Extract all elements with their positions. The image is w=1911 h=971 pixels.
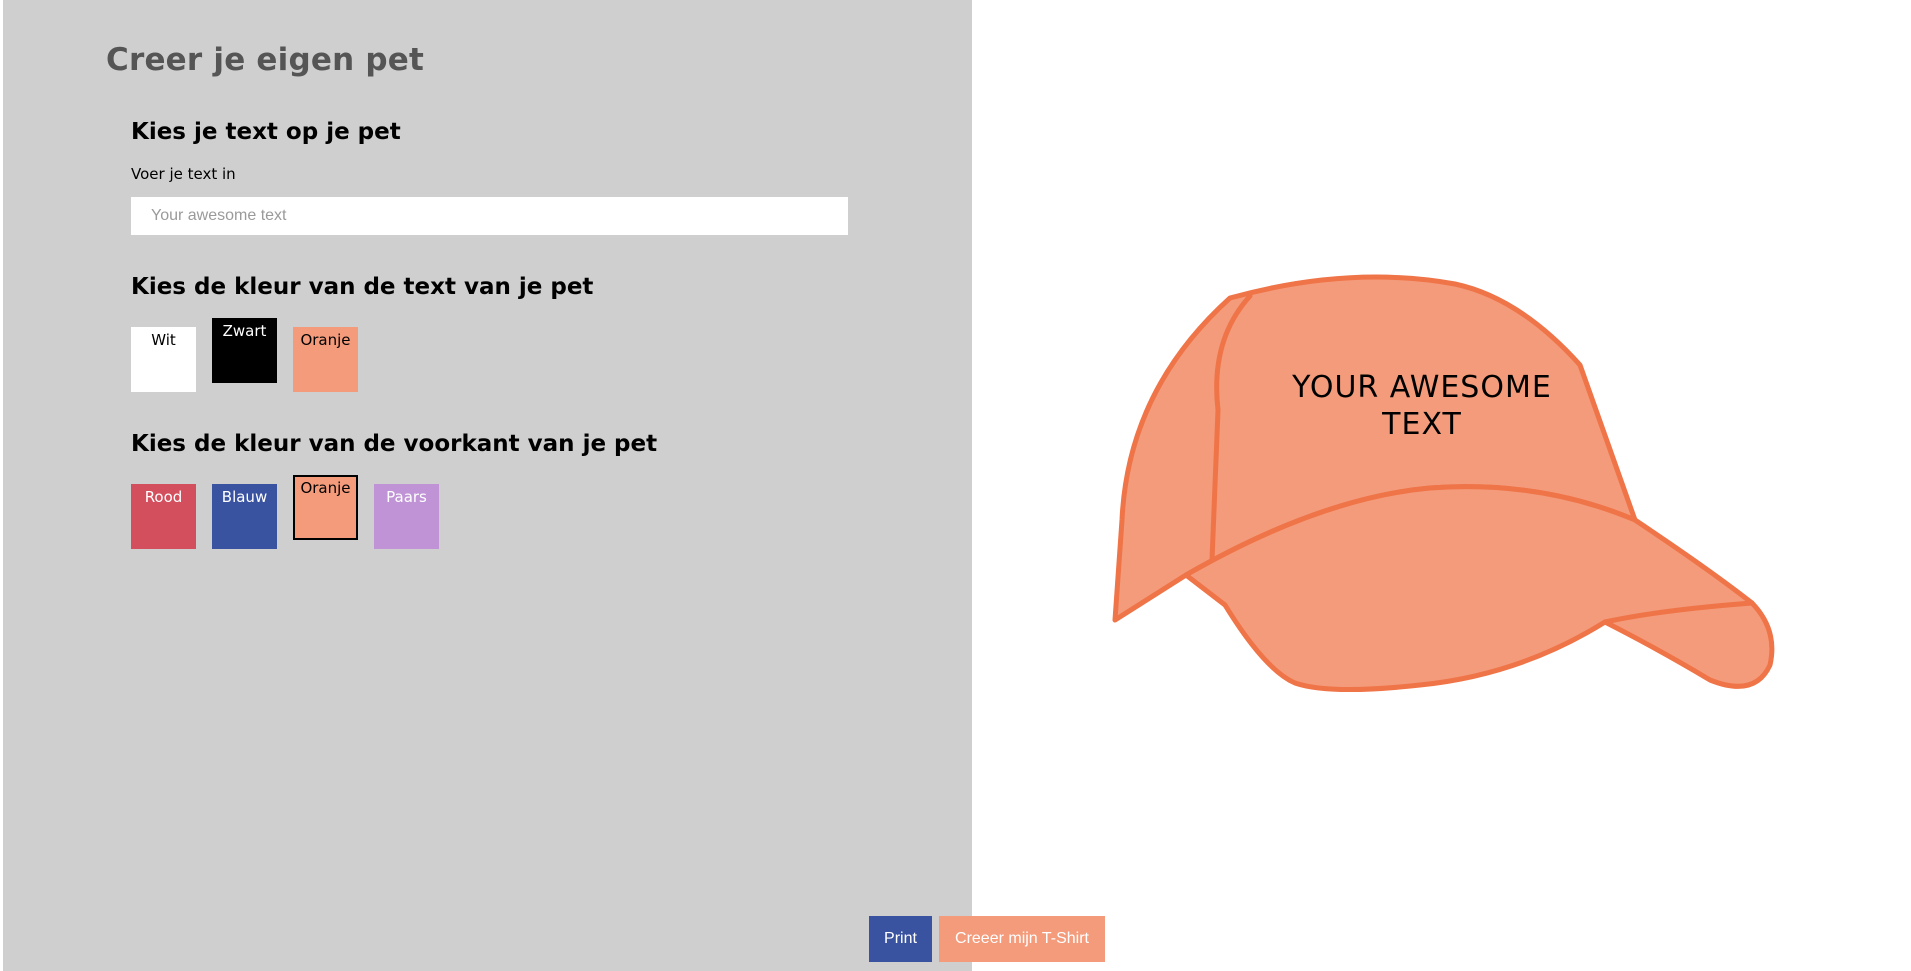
cap-text-line2: TEXT: [1381, 407, 1462, 442]
text-color-swatch-oranje[interactable]: Oranje: [293, 327, 358, 392]
front-color-swatch-paars[interactable]: Paars: [374, 484, 439, 549]
text-color-swatch-zwart[interactable]: Zwart: [212, 318, 277, 383]
cap-preview: YOUR AWESOME TEXT: [1112, 274, 1775, 693]
cap-text-input[interactable]: [131, 197, 848, 235]
configurator-panel: Creer je eigen pet Kies je text op je pe…: [0, 0, 972, 971]
page-title: Creer je eigen pet: [106, 42, 424, 78]
front-color-swatch-blauw[interactable]: Blauw: [212, 484, 277, 549]
cap-drawing: [1112, 274, 1775, 693]
text-color-section-title: Kies de kleur van de text van je pet: [131, 274, 594, 300]
front-color-swatch-oranje[interactable]: Oranje: [293, 475, 358, 540]
create-tshirt-button[interactable]: Creeer mijn T-Shirt: [939, 916, 1105, 962]
text-color-swatch-wit[interactable]: Wit: [131, 327, 196, 392]
text-section-title: Kies je text op je pet: [131, 119, 401, 145]
print-button[interactable]: Print: [869, 916, 932, 962]
text-input-label: Voer je text in: [131, 165, 236, 183]
front-color-swatch-rood[interactable]: Rood: [131, 484, 196, 549]
cap-text-line1: YOUR AWESOME: [1291, 370, 1552, 405]
front-color-section-title: Kies de kleur van de voorkant van je pet: [131, 431, 658, 457]
